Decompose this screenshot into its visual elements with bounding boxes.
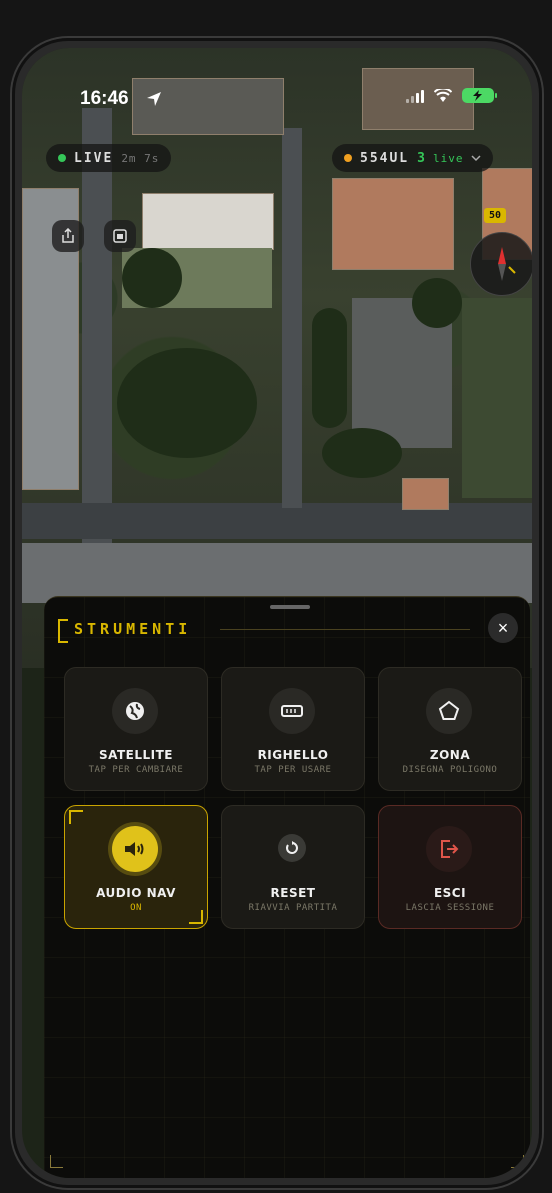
tool-sublabel: LASCIA SESSIONE	[405, 903, 495, 913]
tool-sublabel: DISEGNA POLIGONO	[402, 765, 498, 775]
team-code: 554UL	[360, 150, 410, 166]
sheet-drag-handle[interactable]	[270, 605, 310, 609]
road	[282, 128, 302, 508]
corner-decoration	[69, 810, 83, 824]
close-button[interactable]: ×	[488, 613, 518, 643]
live-indicator[interactable]: LIVE 2m 7s	[46, 144, 172, 172]
live-dot-icon	[58, 154, 66, 162]
chevron-down-icon	[471, 155, 481, 162]
compass-icon	[498, 247, 516, 281]
tool-exit[interactable]: ESCI LASCIA SESSIONE	[378, 805, 522, 929]
compass-button[interactable]	[470, 232, 532, 296]
pentagon-icon	[426, 688, 472, 734]
tool-label: ZONA	[429, 748, 471, 762]
tool-sublabel: TAP PER USARE	[254, 765, 332, 775]
live-label: LIVE	[74, 150, 114, 166]
tool-audio-nav[interactable]: AUDIO NAV ON	[64, 805, 208, 929]
tool-reset[interactable]: RESET RIAVVIA PARTITA	[221, 805, 365, 929]
tree	[322, 428, 402, 478]
phone-frame: 16:46 LIVE 2m 7s 554UL 3 live 50 STRUMEN…	[12, 38, 542, 1188]
tree	[312, 308, 347, 428]
share-icon	[62, 228, 74, 243]
tool-label: SATELLITE	[98, 748, 174, 762]
team-dot-icon	[344, 154, 352, 162]
close-icon: ×	[497, 618, 509, 638]
tool-label: RESET	[270, 886, 316, 900]
globe-icon	[112, 688, 158, 734]
tool-ruler[interactable]: RIGHELLO TAP PER USARE	[221, 667, 365, 791]
building	[402, 478, 449, 510]
corner-decoration	[50, 1155, 63, 1168]
tool-label: RIGHELLO	[257, 748, 329, 762]
road	[22, 503, 532, 539]
status-icons	[406, 88, 497, 103]
team-count: 3	[417, 150, 425, 166]
tree	[117, 348, 257, 458]
signal-icon	[406, 89, 424, 103]
tool-sublabel: TAP PER CAMBIARE	[88, 765, 184, 775]
corner-decoration	[511, 1155, 524, 1168]
team-selector[interactable]: 554UL 3 live	[332, 144, 494, 172]
satellite-map[interactable]	[22, 48, 532, 668]
tool-label: AUDIO NAV	[96, 886, 176, 900]
building	[142, 193, 274, 250]
layers-button[interactable]	[104, 220, 136, 252]
tool-label: ESCI	[433, 886, 467, 900]
building	[332, 178, 454, 270]
screen: 16:46 LIVE 2m 7s 554UL 3 live 50 STRUMEN…	[22, 48, 532, 1178]
tool-satellite[interactable]: SATELLITE TAP PER CAMBIARE	[64, 667, 208, 791]
tool-sublabel: RIAVVIA PARTITA	[248, 903, 338, 913]
speaker-icon	[112, 826, 158, 872]
tool-zone[interactable]: ZONA DISEGNA POLIGONO	[378, 667, 522, 791]
location-arrow-icon	[147, 92, 161, 106]
ruler-icon	[269, 688, 315, 734]
clock: 16:46	[80, 88, 129, 109]
speed-limit-badge: 50	[484, 208, 507, 223]
live-duration: 2m 7s	[121, 151, 160, 165]
exit-icon	[426, 826, 472, 872]
wifi-icon	[434, 88, 452, 102]
team-live-label: live	[432, 151, 464, 165]
title-divider	[220, 629, 470, 630]
sheet-title: STRUMENTI	[74, 620, 192, 638]
layers-icon	[113, 229, 127, 243]
park	[462, 298, 532, 498]
road	[22, 543, 532, 603]
battery-icon	[462, 88, 497, 103]
share-button[interactable]	[52, 220, 84, 252]
tree	[412, 278, 462, 328]
tools-sheet: STRUMENTI × SATELLITE TAP PER CAMBIARE R…	[44, 596, 530, 1178]
tree	[122, 248, 182, 308]
tool-sublabel: ON	[130, 903, 142, 913]
reset-icon	[278, 834, 306, 862]
title-bracket-icon	[58, 619, 68, 643]
road	[82, 108, 112, 558]
